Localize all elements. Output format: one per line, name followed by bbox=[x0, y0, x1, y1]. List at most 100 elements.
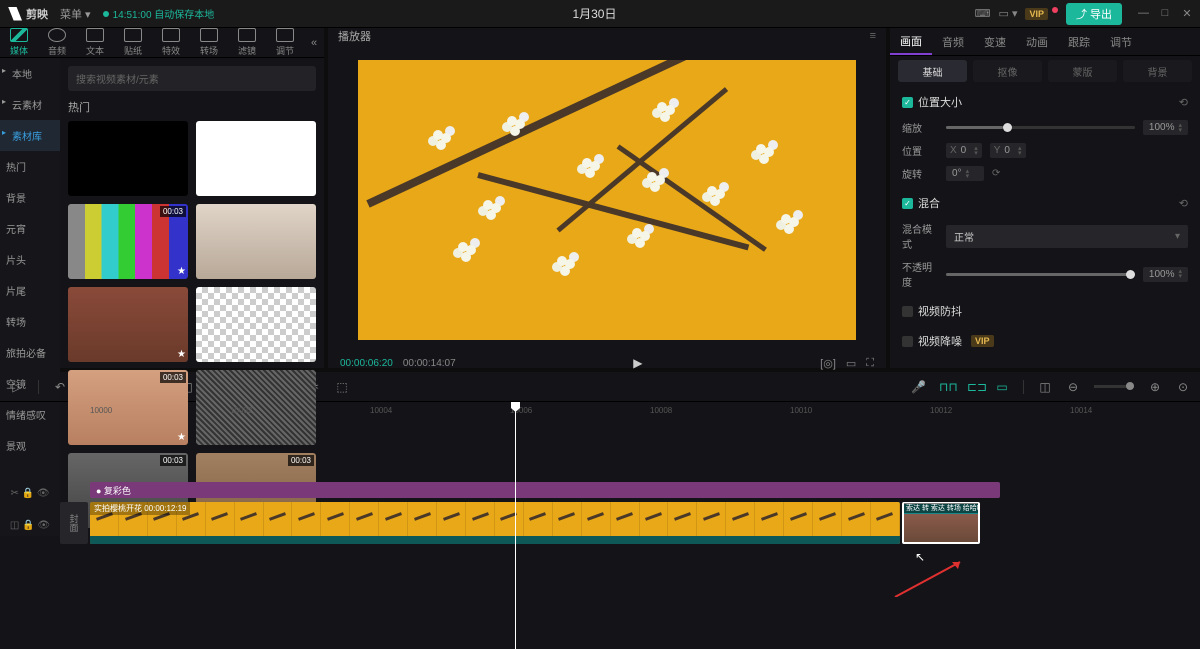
sidebar-item-cloud[interactable]: 云素材 bbox=[0, 89, 60, 120]
sidebar-item-intro[interactable]: 片头 bbox=[0, 244, 60, 275]
check-blend[interactable]: ✓ bbox=[902, 198, 913, 209]
annotation-arrow bbox=[890, 557, 970, 597]
sidebar-item-trans[interactable]: 转场 bbox=[0, 306, 60, 337]
search-input[interactable]: 搜索视频素材/元素 bbox=[68, 66, 316, 91]
zoom-fit-icon[interactable]: ⊙ bbox=[1176, 380, 1190, 394]
preview-panel: 播放器 ≡ 00:00:06:20 00:00:14:07 ▶ [◎] ▭ ⛶ bbox=[328, 28, 886, 368]
sidebar-item-scene[interactable]: 景观 bbox=[0, 430, 60, 461]
tab-text[interactable]: 文本 bbox=[76, 28, 114, 57]
rotate-icon[interactable]: ⟳ bbox=[992, 168, 1000, 179]
pos-x-input[interactable]: X0▴▾ bbox=[946, 143, 982, 158]
time-total: 00:00:14:07 bbox=[403, 358, 456, 369]
subtab-basic[interactable]: 基础 bbox=[898, 60, 967, 82]
preview-menu-icon[interactable]: ≡ bbox=[870, 30, 876, 42]
media-panel: 媒体 音频 文本 贴纸 特效 转场 滤镜 调节 « 本地 云素材 素材库 热门 … bbox=[0, 28, 324, 368]
close-button[interactable]: ✕ bbox=[1182, 7, 1192, 20]
mic-icon[interactable]: 🎤 bbox=[911, 380, 925, 394]
props-tab-adjust[interactable]: 调节 bbox=[1100, 28, 1142, 55]
tab-media[interactable]: 媒体 bbox=[0, 28, 38, 57]
props-tab-speed[interactable]: 变速 bbox=[974, 28, 1016, 55]
opacity-slider[interactable] bbox=[946, 273, 1135, 276]
props-tab-anim[interactable]: 动画 bbox=[1016, 28, 1058, 55]
app-logo: 剪映 bbox=[8, 6, 48, 22]
tab-audio[interactable]: 音频 bbox=[38, 28, 76, 57]
zoom-in-icon[interactable]: ⊕ bbox=[1148, 380, 1162, 394]
sidebar-item-emotion[interactable]: 情绪感叹 bbox=[0, 399, 60, 430]
sidebar-item-local[interactable]: 本地 bbox=[0, 58, 60, 89]
zoom-slider[interactable] bbox=[1094, 385, 1134, 388]
media-item[interactable]: 00:03★ bbox=[68, 204, 188, 279]
pos-y-input[interactable]: Y0▴▾ bbox=[990, 143, 1026, 158]
minimize-button[interactable]: — bbox=[1138, 7, 1148, 20]
reset-blend-icon[interactable]: ⟲ bbox=[1179, 197, 1188, 210]
record-icon[interactable]: ⬚ bbox=[335, 380, 349, 394]
props-tab-picture[interactable]: 画面 bbox=[890, 28, 932, 55]
preview-tl-icon[interactable]: ▭ bbox=[995, 380, 1009, 394]
sidebar-item-outro[interactable]: 片尾 bbox=[0, 275, 60, 306]
sidebar-item-travel[interactable]: 旅拍必备 bbox=[0, 337, 60, 368]
media-item[interactable] bbox=[196, 121, 316, 196]
sidebar-item-hot[interactable]: 热门 bbox=[0, 151, 60, 182]
sidebar-item-festival[interactable]: 元宵 bbox=[0, 213, 60, 244]
track-controls-video[interactable]: ◫ 🔒 👁 bbox=[0, 512, 60, 538]
collapse-panel-button[interactable]: « bbox=[304, 28, 324, 57]
shortcut-icon[interactable]: ⌨ bbox=[975, 7, 991, 20]
props-tab-audio[interactable]: 音频 bbox=[932, 28, 974, 55]
props-tab-track[interactable]: 跟踪 bbox=[1058, 28, 1100, 55]
video-clip-2-selected[interactable]: 索达 转 索达 转场 给哈哈大笑 00 bbox=[902, 502, 980, 544]
timeline-tracks[interactable]: 1000010002100041000610008100101001210014… bbox=[60, 402, 1200, 649]
play-button[interactable]: ▶ bbox=[633, 356, 642, 370]
export-button[interactable]: ⤴ 导出 bbox=[1066, 3, 1122, 25]
tool-tabs: 媒体 音频 文本 贴纸 特效 转场 滤镜 调节 « bbox=[0, 28, 324, 58]
playhead[interactable] bbox=[515, 402, 516, 649]
link-icon[interactable]: ⊏⊐ bbox=[967, 380, 981, 394]
media-item[interactable] bbox=[196, 287, 316, 362]
reset-possize-icon[interactable]: ⟲ bbox=[1179, 96, 1188, 109]
video-clip-1[interactable]: 实拍樱桃开花 00:00:12:19 bbox=[90, 502, 900, 544]
align-icon[interactable]: ◫ bbox=[1038, 380, 1052, 394]
maximize-button[interactable]: □ bbox=[1160, 7, 1170, 20]
layout-icon[interactable]: ▭ ▾ bbox=[999, 7, 1018, 20]
tab-transition[interactable]: 转场 bbox=[190, 28, 228, 57]
scale-value[interactable]: 100%▴▾ bbox=[1143, 120, 1188, 135]
preview-title: 播放器 bbox=[338, 28, 371, 44]
media-item[interactable]: ★ bbox=[68, 287, 188, 362]
sidebar-item-empty[interactable]: 空镜 bbox=[0, 368, 60, 399]
subtab-cutout[interactable]: 抠像 bbox=[973, 60, 1042, 82]
tab-sticker[interactable]: 贴纸 bbox=[114, 28, 152, 57]
time-current: 00:00:06:20 bbox=[340, 358, 393, 369]
check-denoise[interactable] bbox=[902, 336, 913, 347]
time-ruler[interactable]: 1000010002100041000610008100101001210014… bbox=[60, 402, 1200, 422]
check-stabilize[interactable] bbox=[902, 306, 913, 317]
tab-effect[interactable]: 特效 bbox=[152, 28, 190, 57]
media-item[interactable] bbox=[196, 204, 316, 279]
fullscreen-icon[interactable]: ⛶ bbox=[866, 357, 874, 370]
scale-slider[interactable] bbox=[946, 126, 1135, 129]
menu-dropdown[interactable]: 菜单 ▾ bbox=[60, 6, 91, 22]
zoom-ratio-icon[interactable]: [◎] bbox=[820, 357, 836, 370]
zoom-out-icon[interactable]: ⊖ bbox=[1066, 380, 1080, 394]
properties-panel: 画面 音频 变速 动画 跟踪 调节 基础 抠像 蒙版 背景 ✓位置大小⟲ 缩放1… bbox=[890, 28, 1200, 368]
titlebar: 剪映 菜单 ▾ 14:51:00 自动保存本地 1月30日 ⌨ ▭ ▾ VIP … bbox=[0, 0, 1200, 28]
subtab-mask[interactable]: 蒙版 bbox=[1048, 60, 1117, 82]
timeline-panel: ▷ ↶ ↷ ]​[ ◫ ◫ ◉ ⚠ ⟲ ✂ ⬚ 🎤 ⊓⊓ ⊏⊐ ▭ ◫ ⊖ ⊕ … bbox=[0, 372, 1200, 649]
preview-viewport[interactable] bbox=[358, 60, 856, 340]
tab-filter[interactable]: 滤镜 bbox=[228, 28, 266, 57]
track-controls-adjust[interactable]: ✂ 🔒 👁 bbox=[0, 480, 60, 506]
vip-badge[interactable]: VIP bbox=[1025, 8, 1048, 20]
original-ratio-icon[interactable]: ▭ bbox=[846, 357, 856, 370]
sidebar-item-bg[interactable]: 背景 bbox=[0, 182, 60, 213]
section-label: 热门 bbox=[68, 99, 316, 115]
blend-mode-dropdown[interactable]: 正常▾ bbox=[946, 225, 1188, 248]
rotate-value[interactable]: 0°▴▾ bbox=[946, 166, 984, 181]
tab-adjust[interactable]: 调节 bbox=[266, 28, 304, 57]
subtab-bg[interactable]: 背景 bbox=[1123, 60, 1192, 82]
cover-button[interactable]: 封面 bbox=[60, 502, 88, 544]
adjust-clip[interactable]: ● 复彩色 bbox=[90, 482, 1000, 498]
check-possize[interactable]: ✓ bbox=[902, 97, 913, 108]
save-status: 14:51:00 自动保存本地 bbox=[103, 6, 215, 21]
magnet-icon[interactable]: ⊓⊓ bbox=[939, 380, 953, 394]
media-item[interactable] bbox=[68, 121, 188, 196]
sidebar-item-library[interactable]: 素材库 bbox=[0, 120, 60, 151]
opacity-value[interactable]: 100%▴▾ bbox=[1143, 267, 1188, 282]
